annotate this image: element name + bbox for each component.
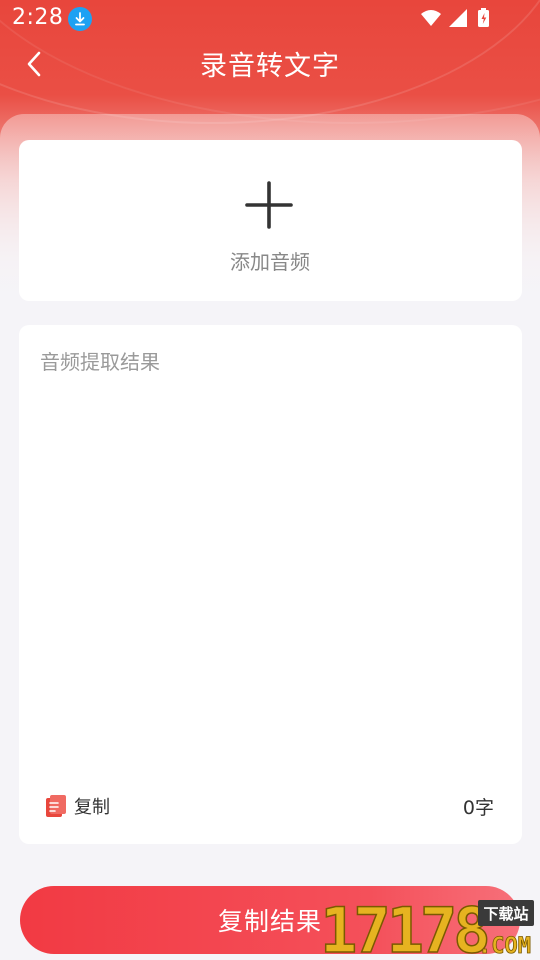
copy-button[interactable]: 复制: [46, 793, 110, 819]
download-icon: [68, 7, 92, 31]
status-bar: 2:28: [0, 0, 540, 36]
status-icons: [420, 7, 500, 33]
plus-icon[interactable]: [245, 181, 293, 229]
title-bar: 录音转文字: [0, 36, 540, 92]
watermark-logo: 17178 下载站 .COM: [319, 896, 534, 958]
result-text-area[interactable]: [40, 345, 500, 765]
char-count: 0字: [462, 797, 494, 819]
status-time: 2:28: [12, 5, 64, 30]
wifi-icon: [421, 10, 441, 26]
battery-icon: [478, 8, 489, 27]
watermark-number: 17178: [320, 896, 487, 958]
page-title: 录音转文字: [200, 51, 340, 82]
watermark-suffix: .COM: [478, 934, 531, 958]
watermark-badge: 下载站: [483, 905, 528, 923]
signal-icon: [449, 9, 467, 27]
add-audio-label: 添加音频: [230, 250, 310, 274]
copy-label: 复制: [74, 797, 110, 818]
document-icon: [46, 795, 66, 817]
